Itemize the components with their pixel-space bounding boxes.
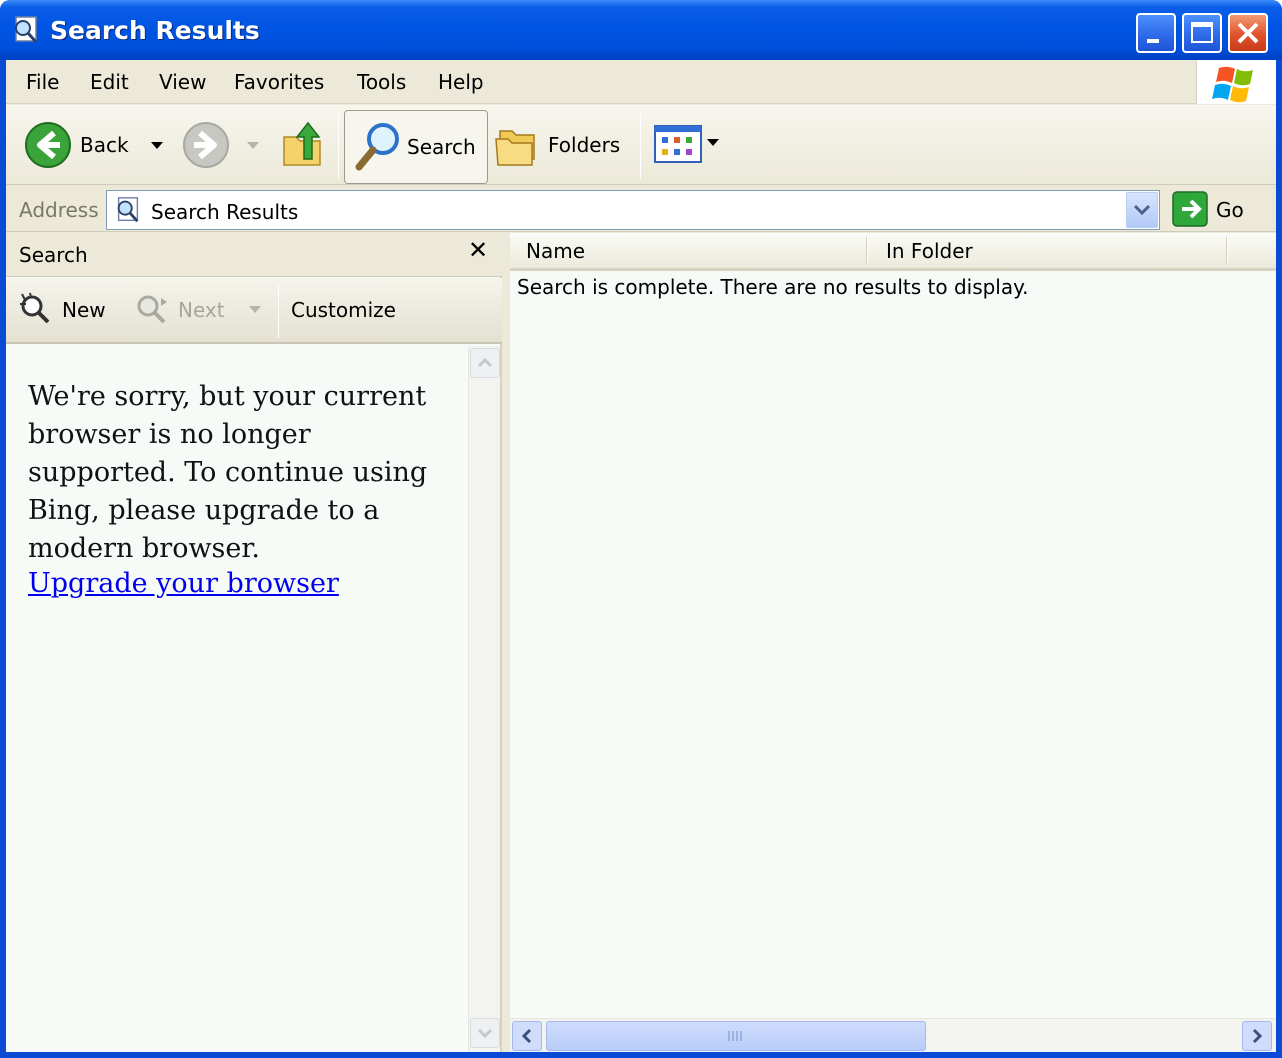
address-label: Address: [19, 198, 99, 222]
chevron-down-icon: [477, 1028, 493, 1039]
next-search-label: Next: [178, 298, 225, 322]
grip-icon: [728, 1031, 742, 1041]
maximize-button[interactable]: [1182, 13, 1222, 53]
scroll-thumb[interactable]: [546, 1021, 926, 1051]
forward-dropdown-icon: [247, 142, 259, 149]
views-button[interactable]: [654, 125, 724, 169]
menu-bar: File Edit View Favorites Tools Help: [6, 60, 1276, 104]
menu-tools[interactable]: Tools: [357, 70, 406, 94]
minimize-icon: [1147, 39, 1159, 43]
next-dropdown-icon: [249, 306, 261, 313]
maximize-icon: [1191, 22, 1213, 43]
window-title: Search Results: [50, 16, 260, 45]
search-pane-header: Search ✕: [6, 233, 502, 277]
search-results-icon: [15, 16, 38, 43]
unsupported-browser-message: We're sorry, but your current browser is…: [28, 381, 428, 564]
toolbar-separator: [338, 113, 339, 179]
search-pane-close-button[interactable]: ✕: [468, 236, 488, 264]
chevron-left-icon: [521, 1028, 532, 1044]
minimize-button[interactable]: [1136, 13, 1176, 53]
menu-edit[interactable]: Edit: [90, 70, 129, 94]
column-divider[interactable]: [866, 237, 868, 265]
back-arrow-icon: [25, 122, 71, 168]
scroll-left-button[interactable]: [512, 1021, 542, 1051]
new-search-label: New: [62, 298, 106, 322]
search-pane-title: Search: [19, 243, 88, 267]
forward-button[interactable]: [182, 121, 272, 171]
search-pane-content: We're sorry, but your current browser is…: [6, 346, 468, 1052]
search-button[interactable]: Search: [344, 110, 488, 184]
column-header-in-folder[interactable]: In Folder: [886, 239, 973, 263]
scroll-up-button[interactable]: [470, 348, 500, 378]
windows-flag-icon: [1212, 66, 1253, 103]
folders-icon: [495, 130, 535, 166]
chevron-right-icon: [1252, 1028, 1263, 1044]
column-header-name[interactable]: Name: [526, 239, 585, 263]
menu-view[interactable]: View: [159, 70, 206, 94]
new-search-button[interactable]: New: [18, 290, 118, 330]
menu-help[interactable]: Help: [438, 70, 484, 94]
chevron-down-icon: [1133, 204, 1151, 216]
folders-label: Folders: [548, 133, 621, 157]
menu-favorites[interactable]: Favorites: [234, 70, 324, 94]
title-bar[interactable]: Search Results: [0, 0, 1282, 60]
search-magnifier-icon: [355, 123, 399, 171]
back-label: Back: [80, 133, 129, 157]
column-divider[interactable]: [1226, 237, 1228, 265]
upgrade-browser-link[interactable]: Upgrade your browser: [28, 568, 339, 599]
scroll-right-button[interactable]: [1242, 1021, 1272, 1051]
forward-arrow-icon: [183, 122, 229, 168]
search-results-icon: [117, 197, 139, 223]
address-bar: Address Search Results Go: [6, 186, 1276, 232]
new-search-icon: [20, 292, 50, 324]
views-grid-icon: [654, 125, 702, 163]
close-icon: [1237, 22, 1259, 44]
customize-button[interactable]: Customize: [291, 298, 396, 322]
search-pane: Search ✕ New Next Customize We're sorry,…: [6, 233, 502, 1052]
back-button[interactable]: Back: [20, 121, 170, 171]
close-button[interactable]: [1228, 13, 1268, 53]
column-header: Name In Folder: [510, 233, 1276, 271]
standard-toolbar: Back Search Folders: [6, 105, 1276, 185]
go-arrow-icon: [1172, 191, 1208, 227]
search-label: Search: [407, 135, 476, 159]
results-list: Name In Folder Search is complete. There…: [510, 233, 1276, 1052]
back-dropdown-icon[interactable]: [150, 141, 164, 151]
chevron-up-icon: [477, 357, 493, 368]
address-dropdown-button[interactable]: [1126, 192, 1158, 228]
search-pane-toolbar: New Next Customize: [6, 278, 502, 344]
search-pane-vertical-scrollbar[interactable]: [468, 346, 500, 1052]
window-client-area: File Edit View Favorites Tools Help Back…: [6, 60, 1276, 1052]
next-search-button[interactable]: Next: [134, 290, 274, 330]
windows-logo: [1196, 60, 1276, 104]
up-folder-icon[interactable]: [280, 119, 324, 169]
folders-button[interactable]: Folders: [494, 119, 634, 173]
next-search-icon: [137, 295, 167, 324]
results-horizontal-scrollbar[interactable]: [510, 1018, 1276, 1052]
go-label: Go: [1216, 198, 1244, 222]
go-button[interactable]: Go: [1170, 190, 1270, 228]
toolbar-separator: [640, 113, 641, 179]
search-toolbar-separator: [278, 284, 279, 338]
scroll-down-button[interactable]: [470, 1018, 500, 1048]
address-input[interactable]: Search Results: [106, 190, 1160, 230]
results-status-message: Search is complete. There are no results…: [517, 275, 1029, 299]
views-dropdown-icon: [707, 139, 719, 146]
menu-file[interactable]: File: [26, 70, 59, 94]
address-value: Search Results: [151, 200, 299, 224]
explorer-window: Search Results File Edit View Favorites: [0, 0, 1282, 1058]
